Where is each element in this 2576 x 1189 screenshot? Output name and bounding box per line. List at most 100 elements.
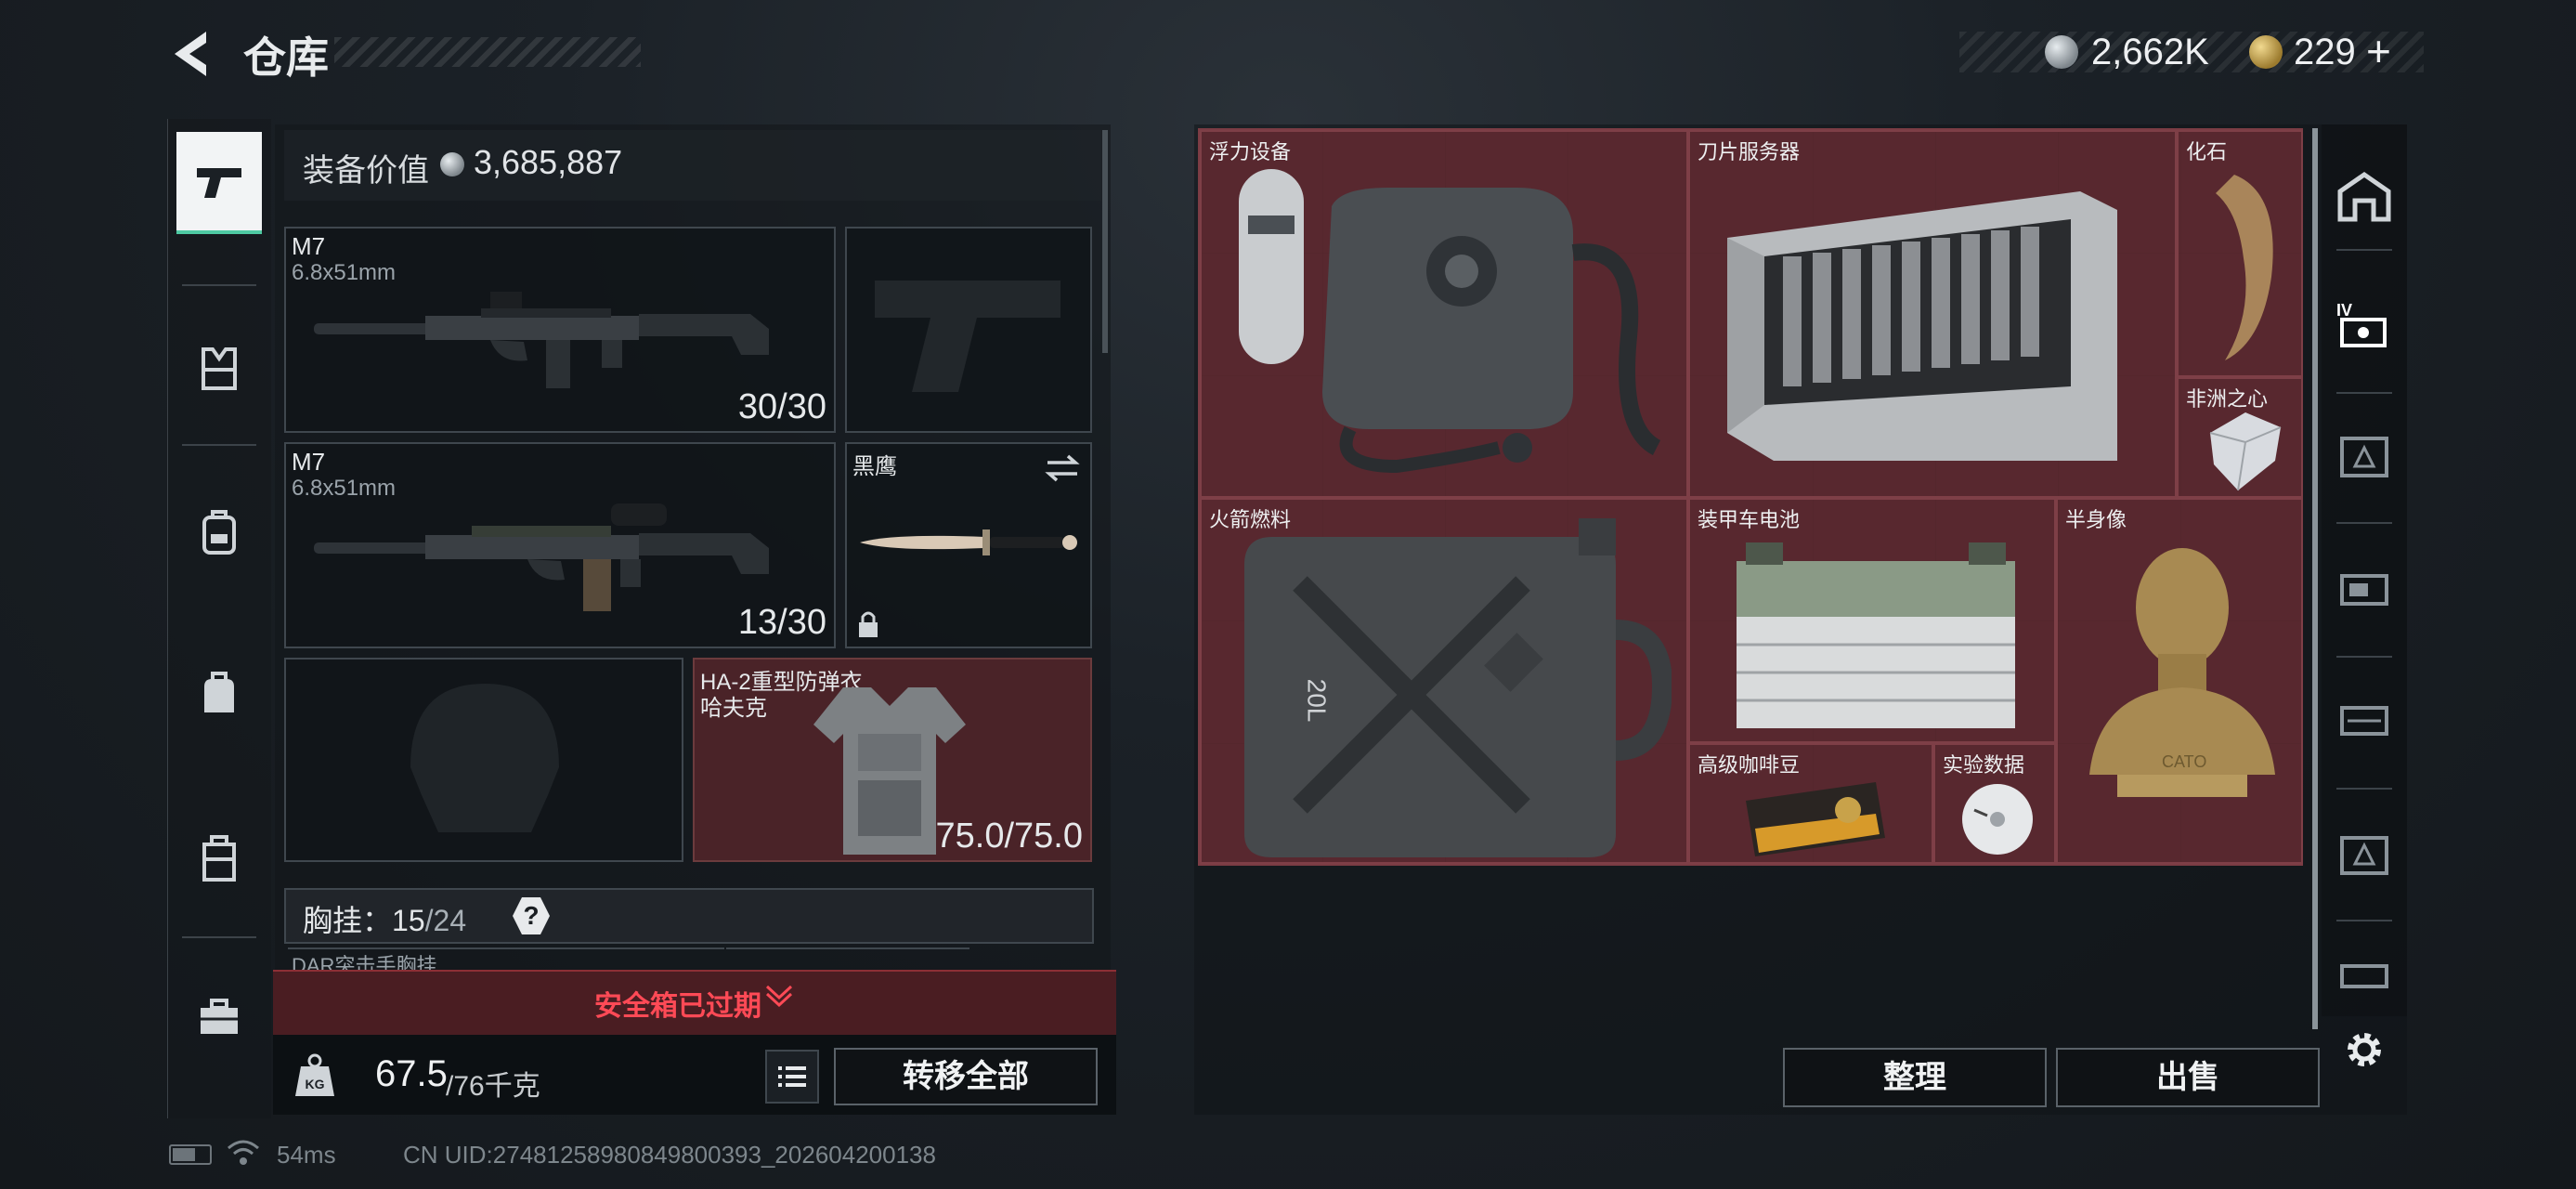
chevron-down-icon: [765, 985, 793, 1008]
coffee-bag-icon: [1746, 782, 1885, 856]
stash-item-blade-server[interactable]: 刀片服务器: [1688, 130, 2177, 498]
toolbox-icon: [201, 999, 238, 1034]
rebreather-icon: [1239, 169, 1661, 474]
helmet-placeholder-icon: [410, 684, 559, 832]
chest-rig-total: 24: [433, 904, 467, 937]
item-name: 刀片服务器: [1698, 140, 1801, 163]
backpack-icon: [202, 510, 236, 555]
secondary-weapon-slot[interactable]: M7 6.8x51mm 13/30: [284, 442, 836, 648]
sell-button[interactable]: 出售: [2056, 1048, 2320, 1107]
tier3-icon: [2340, 437, 2388, 477]
melee-slot[interactable]: 黑鹰: [845, 442, 1092, 648]
chest-rig-capacity: 胸挂：15/24: [303, 897, 466, 940]
ammo-count: 30/30: [737, 387, 826, 426]
silver-coin-icon: [440, 152, 464, 176]
stash-item-vehicle-battery[interactable]: 装甲车电池: [1688, 498, 2056, 743]
rail-divider: [182, 284, 256, 286]
silver-balance: 2,662K: [2091, 32, 2209, 72]
lock-icon: [859, 611, 878, 637]
stash-item-float-device[interactable]: 浮力设备: [1200, 130, 1688, 498]
stash-item-fossil[interactable]: 化石: [2177, 130, 2303, 377]
rail-item-armor[interactable]: [176, 318, 262, 420]
gold-balance: 229: [2294, 32, 2356, 72]
list-view-button[interactable]: [765, 1050, 819, 1104]
current-weight: 67.5: [375, 1053, 448, 1094]
add-gold-button[interactable]: +: [2366, 26, 2391, 76]
stash-item-coffee-beans[interactable]: 高级咖啡豆: [1688, 743, 1933, 864]
rail-item-home[interactable]: [2327, 160, 2401, 234]
weight-capacity: /76千克: [446, 1071, 540, 1102]
separator: ：: [362, 904, 393, 937]
rifle-icon: [314, 503, 769, 611]
stash-item-bust[interactable]: 半身像 CATO: [2056, 498, 2303, 864]
separator: /: [424, 904, 434, 937]
vest-icon: [202, 347, 237, 390]
tier3b-icon: [2340, 574, 2388, 606]
home-icon: [2337, 171, 2391, 222]
rail-item-tier1[interactable]: [2327, 938, 2401, 1013]
helmet-slot[interactable]: [284, 658, 683, 862]
rail-divider: [2336, 522, 2392, 524]
armor-durability: 75.0/75.0: [935, 817, 1083, 856]
sort-button[interactable]: 整理: [1783, 1048, 2047, 1107]
tier4-icon: IV: [2336, 301, 2387, 347]
item-name: 化石: [2186, 140, 2228, 163]
bust-icon: [2089, 548, 2275, 797]
safebox-expired-text: 安全箱已过期: [594, 991, 761, 1022]
chest-rig-item[interactable]: DAR突击手胸挂: [288, 947, 724, 972]
rail-item-bag[interactable]: [176, 643, 262, 745]
list-icon: [778, 1066, 806, 1087]
primary-weapon-slot[interactable]: M7 6.8x51mm 30/30: [284, 227, 836, 433]
rail-item-backpack[interactable]: [176, 481, 262, 583]
back-button[interactable]: [167, 26, 214, 82]
chest-rig-slot[interactable]: [726, 947, 969, 972]
gear-icon: [2348, 1033, 2381, 1066]
tier1-icon: [2340, 964, 2388, 988]
body-armor-slot[interactable]: HA-2重型防弹衣 哈夫克 75.0/75.0: [693, 658, 1092, 862]
user-uid: CN UID:27481258980849800393_202604200138: [403, 1141, 936, 1169]
item-name: 半身像: [2065, 508, 2127, 531]
wifi-icon: [228, 1140, 259, 1165]
silver-coin-icon: [2045, 35, 2078, 69]
rail-divider: [2336, 656, 2392, 658]
rail-divider: [182, 444, 256, 446]
fossil-claw-icon: [2216, 175, 2273, 360]
rail-item-toolbox[interactable]: [176, 966, 262, 1068]
pistol-icon: [197, 168, 241, 198]
transfer-all-button[interactable]: 转移全部: [834, 1048, 1098, 1105]
melee-name: 黑鹰: [852, 454, 897, 479]
ping-readout: 54ms: [277, 1141, 336, 1169]
case-icon: [202, 835, 236, 882]
battery-icon: [1737, 542, 2015, 728]
svg-text:IV: IV: [2336, 301, 2352, 320]
rail-divider: [2336, 788, 2392, 790]
title-decoration: [334, 37, 641, 67]
disc-icon: [1962, 784, 2033, 855]
stash-item-rocket-fuel[interactable]: 火箭燃料 20L: [1200, 498, 1688, 864]
equipment-scrollbar[interactable]: [1102, 130, 1108, 353]
stash-item-heart-of-africa[interactable]: 非洲之心: [2177, 377, 2303, 498]
rail-item-tier3[interactable]: [2327, 418, 2401, 492]
svg-text:KG: KG: [306, 1077, 325, 1091]
stash-item-experiment-data[interactable]: 实验数据: [1933, 743, 2056, 864]
weapon-name: M7: [292, 232, 326, 260]
jerrycan-label: 20L: [1302, 678, 1332, 723]
swap-icon[interactable]: [1044, 453, 1081, 483]
rail-item-weapons[interactable]: [176, 132, 262, 234]
rail-divider: [182, 936, 256, 938]
rifle-icon: [314, 292, 769, 388]
rail-item-tier4[interactable]: IV: [2327, 286, 2401, 360]
rail-divider: [2336, 392, 2392, 394]
stash-scrollbar[interactable]: [2312, 128, 2318, 1029]
rail-item-tier3b[interactable]: [2327, 552, 2401, 626]
equipment-value: 3,685,887: [474, 143, 623, 181]
settings-button[interactable]: [2340, 1026, 2388, 1074]
rail-item-tier2[interactable]: [2327, 816, 2401, 890]
jerrycan-icon: [1244, 518, 1672, 857]
rail-divider: [2336, 920, 2392, 921]
rail-item-case[interactable]: [176, 808, 262, 910]
rail-item-tier3c[interactable]: [2327, 682, 2401, 756]
bust-label: CATO: [2162, 752, 2207, 771]
armor-brand: 哈夫克: [700, 696, 767, 721]
pistol-slot[interactable]: [845, 227, 1092, 433]
